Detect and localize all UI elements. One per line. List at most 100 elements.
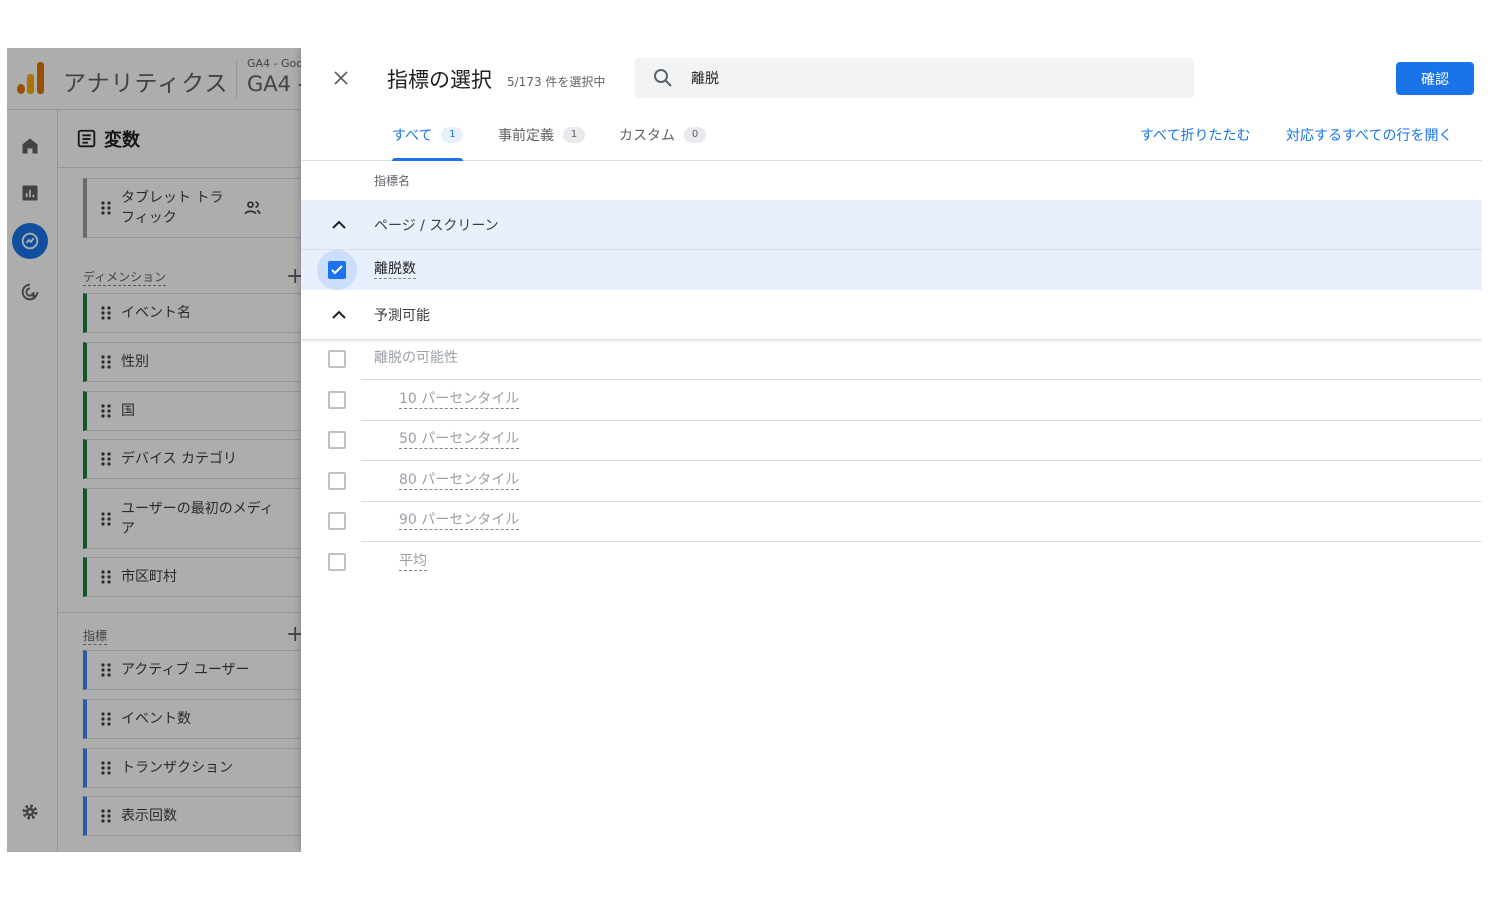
variables-icon [76,128,98,150]
account-name[interactable]: GA4 - Goo [247,57,301,70]
drag-handle-icon[interactable] [101,404,111,418]
analytics-background: アナリティクス GA4 - Goo GA4 - 変数 タブレット トラ フィック… [7,48,301,852]
screen: アナリティクス GA4 - Goo GA4 - 変数 タブレット トラ フィック… [7,48,1482,852]
checkbox[interactable] [328,391,346,409]
dimension-chip[interactable]: イベント名 [83,293,301,333]
dialog-title: 指標の選択 [387,68,492,92]
dimension-label: 性別 [121,354,149,370]
checkbox[interactable] [328,472,346,490]
explore-icon[interactable] [12,223,48,259]
expand-all-button[interactable]: 対応するすべての行を開く [1286,110,1452,160]
metric-row[interactable]: 90 パーセンタイル [301,501,1482,542]
dimension-label: デバイス カテゴリ [121,451,238,467]
tab-label: すべて [392,128,433,144]
dimension-chip[interactable]: 性別 [83,342,301,382]
reports-icon[interactable] [18,181,42,205]
metric-label: アクティブ ユーザー [121,662,250,678]
metric-label: 平均 [399,553,427,571]
property-name[interactable]: GA4 - [247,72,301,96]
metric-label: 離脱数 [374,261,416,279]
metric-chip[interactable]: 表示回数 [83,796,301,836]
metric-chip[interactable]: トランザクション [83,748,301,788]
checkbox[interactable] [328,512,346,530]
checkbox[interactable] [328,261,346,279]
dimensions-label: ディメンション [83,270,167,286]
checkbox[interactable] [328,431,346,449]
dimension-label: 市区町村 [121,569,177,585]
segment-label: タブレット トラ フィック [121,190,224,226]
drag-handle-icon[interactable] [101,201,111,215]
tab-label: 事前定義 [498,128,554,144]
metric-label: 50 パーセンタイル [399,431,520,449]
metric-row[interactable]: 10 パーセンタイル [301,380,1482,421]
add-dimension-button[interactable]: + [286,266,301,288]
dimension-label: 国 [121,403,135,419]
group-row-page-screen[interactable]: ページ / スクリーン [301,200,1482,250]
metric-chip[interactable]: アクティブ ユーザー [83,650,301,690]
metric-row[interactable]: 50 パーセンタイル [301,420,1482,461]
variables-panel: 変数 タブレット トラ フィック ディメンション + イベント名 性別 国 デバ… [58,110,301,852]
dimension-chip[interactable]: デバイス カテゴリ [83,439,301,479]
variables-title: 変数 [104,130,140,151]
dimension-label: イベント名 [121,305,191,321]
close-button[interactable] [329,66,353,90]
dimension-label: ユーザーの最初のメディ ア [121,500,274,537]
dimension-chip[interactable]: 市区町村 [83,557,301,597]
drag-handle-icon[interactable] [101,761,111,775]
drag-handle-icon[interactable] [101,809,111,823]
metric-row[interactable]: 離脱数 [301,250,1482,291]
drag-handle-icon[interactable] [101,452,111,466]
tab-custom[interactable]: カスタム 0 [619,110,706,160]
dimension-chip[interactable]: ユーザーの最初のメディ ア [83,488,301,549]
divider [236,60,237,98]
chevron-up-icon[interactable] [327,303,351,327]
segment-chip[interactable]: タブレット トラ フィック [83,178,301,238]
metric-selection-dialog: 指標の選択 5/173 件を選択中 確認 すべて 1 事前定義 1 カスタム 0… [301,48,1482,852]
selection-count: 5/173 件を選択中 [507,75,606,89]
drag-handle-icon[interactable] [101,712,111,726]
tab-all[interactable]: すべて 1 [392,110,464,161]
search-box[interactable] [635,58,1194,98]
home-icon[interactable] [18,134,42,158]
search-icon [654,69,672,87]
left-nav-rail [7,110,58,852]
metric-label: イベント数 [121,711,191,727]
app-title: アナリティクス [63,71,229,97]
column-header: 指標名 [374,174,411,188]
metric-label: 80 パーセンタイル [399,472,520,490]
gear-icon[interactable] [18,800,42,824]
collapse-all-button[interactable]: すべて折りたたむ [1140,110,1250,160]
tab-count-badge: 0 [684,127,706,143]
checkbox[interactable] [328,350,346,368]
chevron-up-icon[interactable] [327,213,351,237]
divider [58,612,301,613]
checkmark-icon [331,265,343,275]
metric-label: 10 パーセンタイル [399,391,520,409]
add-metric-button[interactable]: + [286,624,301,646]
confirm-button[interactable]: 確認 [1396,62,1474,95]
dimension-chip[interactable]: 国 [83,391,301,431]
metric-chip[interactable]: イベント数 [83,699,301,739]
tab-label: カスタム [619,128,675,144]
drag-handle-icon[interactable] [101,663,111,677]
metric-row[interactable]: 80 パーセンタイル [301,461,1482,502]
tab-count-badge: 1 [441,127,464,143]
close-icon [334,71,348,85]
tab-predefined[interactable]: 事前定義 1 [498,110,585,160]
checkbox[interactable] [328,553,346,571]
group-label: ページ / スクリーン [374,217,499,234]
metric-label: 離脱の可能性 [374,350,458,366]
drag-handle-icon[interactable] [101,355,111,369]
group-row-predictive[interactable]: 予測可能 [301,290,1482,340]
group-label: 予測可能 [374,307,430,324]
metrics-label: 指標 [83,629,108,645]
search-input[interactable] [691,58,1171,98]
advertising-icon[interactable] [18,280,42,304]
metric-label: 90 パーセンタイル [399,512,520,530]
metric-row[interactable]: 平均 [301,542,1482,583]
analytics-logo-icon [17,62,45,94]
drag-handle-icon[interactable] [101,570,111,584]
drag-handle-icon[interactable] [101,511,111,526]
drag-handle-icon[interactable] [101,306,111,320]
metric-row[interactable]: 離脱の可能性 [301,339,1482,380]
